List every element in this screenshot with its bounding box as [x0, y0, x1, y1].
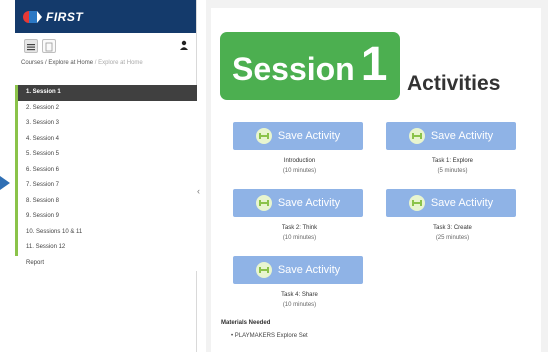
breadcrumb-explore-home[interactable]: Explore at Home	[48, 60, 93, 66]
nav-item-report[interactable]: Report	[15, 255, 197, 271]
document-view-icon	[45, 42, 53, 52]
activity-duration: (10 minutes)	[282, 168, 317, 174]
save-activity-button[interactable]: Save Activity	[233, 256, 363, 284]
breadcrumb-courses[interactable]: Courses	[21, 60, 43, 66]
save-activity-icon	[408, 128, 425, 144]
materials-heading: Materials Needed	[221, 320, 271, 326]
nav-item-sessions-10-11[interactable]: 10. Sessions 10 & 11	[15, 224, 197, 240]
activity-card: Save Activity Task 1: Explore (5 minutes…	[386, 122, 519, 174]
nav-item-session-7[interactable]: 7. Session 7	[15, 178, 197, 194]
activity-title: Task 4: Share	[281, 292, 318, 298]
save-activity-label: Save Activity	[430, 130, 494, 142]
session-badge: Session 1	[220, 32, 400, 100]
activity-duration: (10 minutes)	[282, 235, 317, 241]
save-activity-label: Save Activity	[277, 130, 341, 142]
breadcrumb-current: Explore at Home	[98, 60, 143, 66]
save-activity-label: Save Activity	[277, 264, 341, 276]
activity-duration: (5 minutes)	[437, 168, 468, 174]
sidebar: FIRST Courses / Explore at Home / Explor…	[15, 0, 197, 352]
activities-title: Activities	[407, 72, 501, 95]
activity-title: Task 1: Explore	[431, 158, 474, 164]
activity-title: Introduction	[283, 158, 316, 164]
list-view-button[interactable]	[24, 39, 38, 53]
materials-item-label: PLAYMAKERS Explore Set	[234, 333, 308, 339]
nav-item-session-3[interactable]: 3. Session 3	[15, 116, 197, 132]
document-view-button[interactable]	[42, 39, 56, 53]
save-activity-label: Save Activity	[277, 197, 341, 209]
breadcrumb: Courses / Explore at Home / Explore at H…	[15, 57, 196, 73]
top-bar: FIRST	[15, 0, 196, 33]
activity-title: Task 3: Create	[433, 225, 472, 231]
activity-duration: (25 minutes)	[435, 235, 470, 241]
save-activity-icon	[255, 128, 272, 144]
collapse-sidebar-icon[interactable]: ‹	[197, 186, 200, 196]
materials-list-item: • PLAYMAKERS Explore Set	[231, 333, 308, 339]
nav-item-session-5[interactable]: 5. Session 5	[15, 147, 197, 163]
save-activity-icon	[408, 195, 425, 211]
nav-item-session-2[interactable]: 2. Session 2	[15, 100, 197, 116]
save-activity-icon	[255, 195, 272, 211]
activity-title: Task 2: Think	[281, 225, 318, 231]
save-activity-label: Save Activity	[430, 197, 494, 209]
nav-item-session-8[interactable]: 8. Session 8	[15, 193, 197, 209]
sidebar-toolbar	[15, 33, 196, 57]
brand-logo[interactable]: FIRST	[23, 9, 83, 25]
list-view-icon	[27, 44, 35, 51]
session-nav: 1. Session 1 2. Session 2 3. Session 3 4…	[15, 85, 197, 271]
nav-item-session-6[interactable]: 6. Session 6	[15, 162, 197, 178]
activity-duration: (10 minutes)	[282, 302, 317, 308]
user-icon[interactable]	[179, 40, 189, 50]
left-arrow-icon	[0, 176, 10, 190]
first-logo-icon	[23, 10, 42, 23]
session-word: Session	[232, 51, 355, 87]
nav-item-session-9[interactable]: 9. Session 9	[15, 209, 197, 225]
session-number: 1	[360, 38, 388, 91]
save-activity-icon	[255, 262, 272, 278]
activity-card: Save Activity Task 4: Share (10 minutes)	[233, 256, 366, 308]
activity-card: Save Activity Task 2: Think (10 minutes)	[233, 189, 366, 241]
save-activity-button[interactable]: Save Activity	[233, 122, 363, 150]
nav-item-session-12[interactable]: 11. Session 12	[15, 240, 197, 256]
save-activity-button[interactable]: Save Activity	[386, 189, 516, 217]
main-content: Session 1 Activities Save Activity Intro…	[211, 8, 541, 352]
nav-item-session-1[interactable]: 1. Session 1	[15, 85, 197, 101]
save-activity-button[interactable]: Save Activity	[386, 122, 516, 150]
activity-card: Save Activity Introduction (10 minutes)	[233, 122, 366, 174]
nav-item-session-4[interactable]: 4. Session 4	[15, 131, 197, 147]
save-activity-button[interactable]: Save Activity	[233, 189, 363, 217]
activity-card: Save Activity Task 3: Create (25 minutes…	[386, 189, 519, 241]
logo-text: FIRST	[46, 9, 84, 24]
